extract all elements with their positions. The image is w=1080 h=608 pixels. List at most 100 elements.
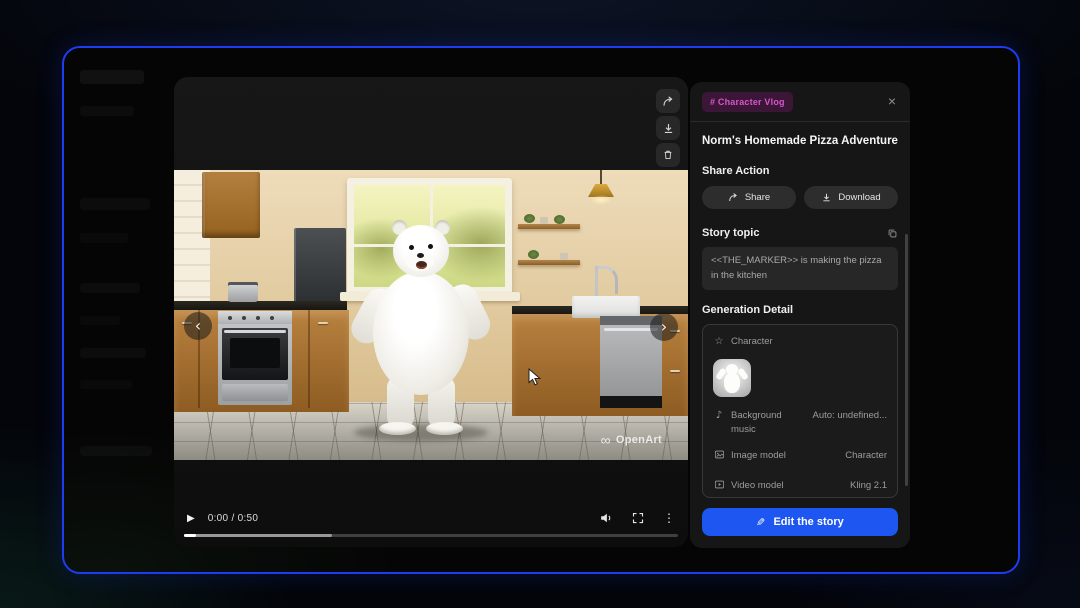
kitchen-appliance (294, 228, 346, 304)
next-video-button[interactable]: › (650, 313, 678, 341)
progress-bar[interactable] (184, 534, 678, 537)
character-label: Character (731, 335, 773, 349)
video-model-row: Video model Kling 2.1 (713, 479, 887, 496)
play-button[interactable]: ▶ (187, 513, 195, 524)
thumb-bear-head (726, 364, 738, 375)
fullscreen-button[interactable] (632, 512, 644, 524)
generation-detail-label: Generation Detail (702, 304, 793, 316)
volume-button[interactable] (599, 511, 613, 525)
share-icon (728, 192, 739, 203)
pendant-lamp (600, 170, 602, 185)
background-music-row: ♪ Background music Auto: undefined... (713, 409, 887, 437)
more-options-button[interactable]: ⋮ (663, 511, 675, 525)
background-music-label: Background music (731, 409, 805, 437)
copy-icon (887, 228, 898, 239)
share-action-heading: Share Action (702, 165, 898, 177)
character-thumbnail[interactable] (713, 359, 751, 397)
details-panel: # Character Vlog × Norm's Homemade Pizza… (690, 82, 910, 548)
bear-eye (409, 245, 414, 250)
download-video-button[interactable] (656, 116, 680, 140)
delete-video-button[interactable] (656, 143, 680, 167)
stove (218, 311, 292, 405)
bear-mouth (416, 261, 427, 269)
shelf-pot (560, 253, 568, 260)
cabinet-handle (670, 370, 680, 372)
dishwasher-kickplate (600, 396, 662, 408)
generation-detail-box: ☆ Character ♪ Background music Auto: und… (702, 324, 898, 498)
image-model-row: Image model Character (713, 449, 887, 466)
character-row: ☆ Character (713, 335, 887, 350)
share-action-label: Share Action (702, 165, 769, 177)
pencil-icon: ✎ (756, 516, 765, 529)
download-button-label: Download (838, 192, 880, 203)
image-model-value: Character (845, 449, 887, 463)
category-badge: # Character Vlog (702, 92, 793, 112)
video-model-value: Kling 2.1 (850, 479, 887, 493)
close-button[interactable]: × (886, 92, 898, 110)
story-topic-text: <<THE_MARKER>> is making the pizza in th… (702, 247, 898, 290)
share-button-label: Share (745, 192, 770, 203)
edit-story-label: Edit the story (773, 516, 843, 528)
farmhouse-sink (572, 296, 640, 318)
openart-watermark: ∞ OpenArt (601, 434, 662, 446)
modal-container: ‹ › ∞ OpenArt ▶ 0:00 / 0:50 (62, 46, 1020, 574)
pendant-lamp-glow (590, 195, 612, 205)
share-video-button[interactable] (656, 89, 680, 113)
bear-shadow (354, 424, 488, 441)
player-controls: ▶ 0:00 / 0:50 ⋮ (174, 510, 688, 526)
download-icon (821, 192, 832, 203)
oven-handle (224, 330, 286, 333)
volume-icon (599, 511, 613, 525)
cooking-pot (228, 282, 258, 302)
bear-nose (417, 253, 424, 258)
mouse-cursor (527, 368, 544, 392)
edit-story-button[interactable]: ✎ Edit the story (702, 508, 898, 536)
faucet-neck (598, 266, 618, 294)
dimmed-item (80, 198, 150, 210)
image-model-icon (713, 449, 725, 466)
share-action-row: Share Download (702, 186, 898, 209)
page-background: ‹ › ∞ OpenArt ▶ 0:00 / 0:50 (0, 0, 1080, 608)
video-action-stack (656, 89, 680, 167)
cabinet-handle (318, 322, 328, 324)
video-frame[interactable]: ‹ › ∞ OpenArt (174, 170, 688, 460)
story-topic-heading: Story topic (702, 227, 898, 239)
share-button[interactable]: Share (702, 186, 796, 209)
kitchen-shelf (518, 224, 580, 229)
generation-detail-heading: Generation Detail (702, 304, 898, 316)
shelf-plant (528, 250, 539, 259)
dimmed-item (80, 348, 146, 358)
time-display: 0:00 / 0:50 (208, 513, 259, 524)
copy-topic-button[interactable] (887, 228, 898, 239)
bear-eye (428, 244, 433, 249)
polar-bear-character (366, 225, 476, 440)
dimmed-item (80, 233, 128, 243)
stove-knob (228, 316, 232, 320)
story-topic-label: Story topic (702, 227, 759, 239)
bear-foot (379, 422, 416, 435)
image-model-label: Image model (731, 449, 786, 463)
oven-door (222, 328, 288, 380)
stove-knob (256, 316, 260, 320)
divider (690, 121, 910, 122)
video-player-card: ‹ › ∞ OpenArt ▶ 0:00 / 0:50 (174, 77, 688, 547)
stove-knob (270, 316, 274, 320)
thumb-bear-body (724, 373, 740, 393)
music-note-icon: ♪ (713, 409, 725, 424)
progress-played (184, 534, 196, 537)
prev-video-button[interactable]: ‹ (184, 312, 212, 340)
kitchen-shelf (518, 260, 580, 265)
story-title: Norm's Homemade Pizza Adventure (702, 135, 898, 147)
background-music-value: Auto: undefined... (813, 409, 887, 423)
kitchen-upper-cabinet (202, 172, 260, 238)
dimmed-item (80, 283, 140, 293)
panel-scrollbar[interactable] (905, 234, 908, 486)
download-button[interactable]: Download (804, 186, 898, 209)
shelf-plant (554, 215, 565, 224)
star-icon: ☆ (713, 335, 725, 350)
openart-logo-icon: ∞ (601, 435, 611, 445)
share-icon (662, 95, 675, 108)
video-model-label: Video model (731, 479, 784, 493)
progress-buffered (184, 534, 332, 537)
dimmed-logo (80, 70, 144, 84)
